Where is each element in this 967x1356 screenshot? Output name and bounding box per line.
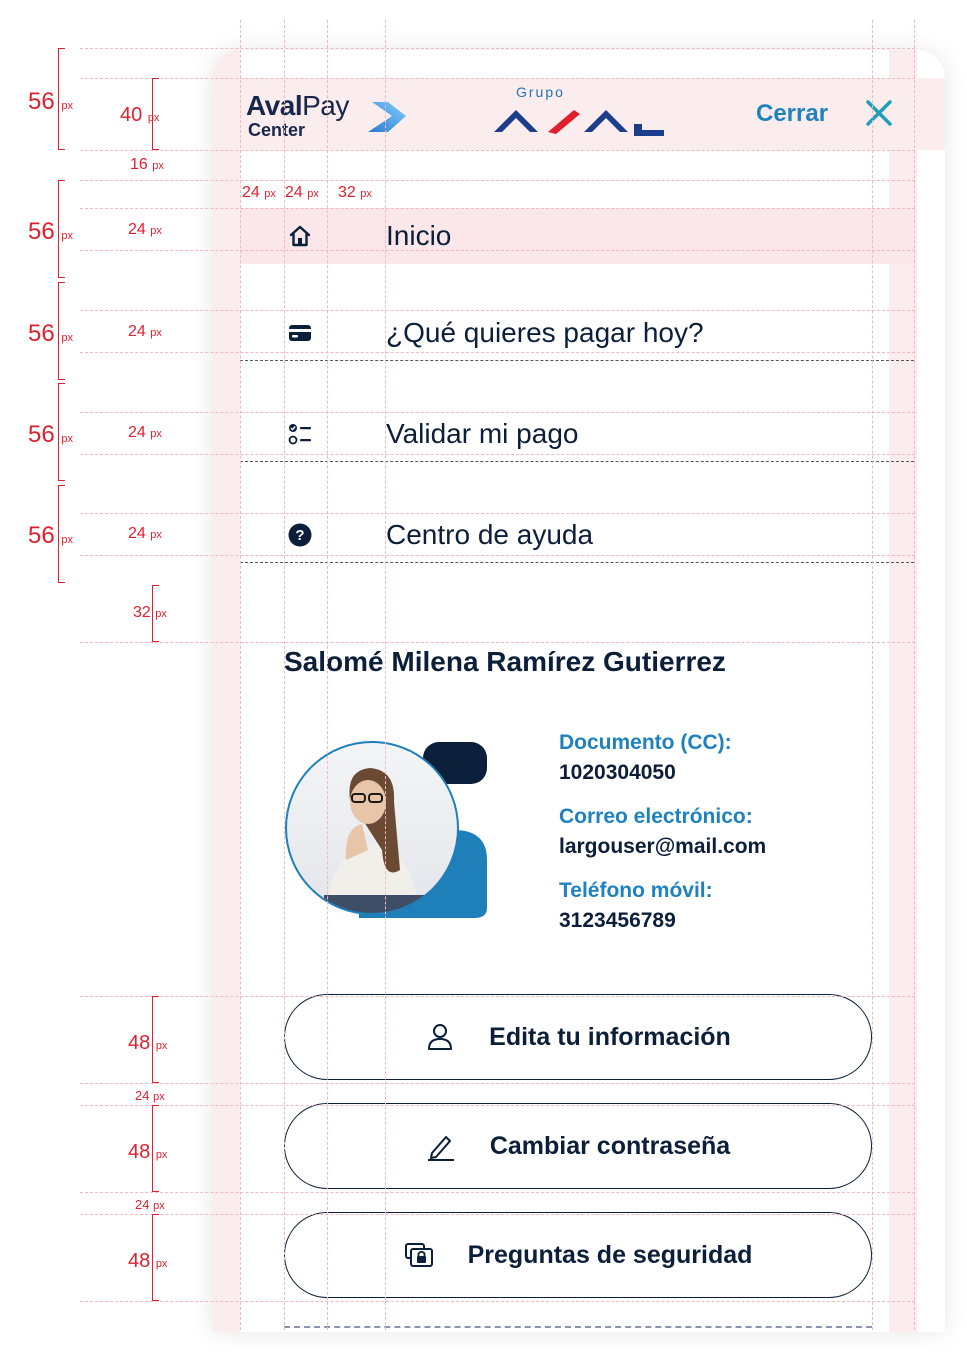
brand-sub: Center <box>248 120 306 140</box>
spec-bracket <box>58 48 65 150</box>
spec-label: 56 px <box>28 522 73 549</box>
document-value: 1020304050 <box>559 761 676 784</box>
spec-bracket <box>58 282 65 380</box>
phone-value: 3123456789 <box>559 909 676 932</box>
avatar <box>284 740 489 920</box>
close-icon[interactable] <box>864 98 894 128</box>
menu-header: AvalPay Center Grupo Cerrar <box>212 78 945 150</box>
security-questions-button[interactable]: Preguntas de seguridad <box>284 1212 872 1298</box>
edit-info-label: Edita tu información <box>489 1022 731 1051</box>
menu-label: Validar mi pago <box>386 418 579 449</box>
spec-bracket <box>152 1214 159 1301</box>
checklist-icon <box>288 424 311 445</box>
guide-line <box>80 48 915 49</box>
menu-item-inicio[interactable]: Inicio <box>240 208 914 264</box>
spec-bracket <box>152 78 159 150</box>
aval-chevrons-icon <box>494 110 664 136</box>
grupo-aval-logo: Grupo <box>494 84 664 140</box>
svg-text:?: ? <box>295 527 304 544</box>
menu-item-ayuda[interactable]: ? Centro de ayuda <box>240 507 914 563</box>
menu-label: Centro de ayuda <box>386 519 594 550</box>
email-label: Correo electrónico: <box>559 805 753 828</box>
menu-label: ¿Qué quieres pagar hoy? <box>386 317 704 348</box>
card-icon <box>289 325 311 341</box>
close-button[interactable]: Cerrar <box>756 100 828 128</box>
brand-name: AvalPay <box>246 90 349 121</box>
home-icon <box>289 225 311 247</box>
spec-bracket <box>152 1105 159 1192</box>
spec-label: 48 px <box>128 1141 168 1163</box>
spec-label: 24 px <box>135 1197 165 1212</box>
spec-label: 48 px <box>128 1032 168 1054</box>
profile-info: Documento (CC): 1020304050 Correo electr… <box>559 728 766 950</box>
left-margin-band <box>212 50 240 1332</box>
spec-bracket <box>58 180 65 278</box>
change-password-button[interactable]: Cambiar contraseña <box>284 1103 872 1189</box>
spec-label: 24 px <box>128 525 162 542</box>
spec-label: 56 px <box>28 421 73 448</box>
spec-label: 24 px <box>128 323 162 340</box>
spec-bracket <box>58 383 65 481</box>
email-value: largouser@mail.com <box>559 835 767 858</box>
grupo-label: Grupo <box>516 84 565 100</box>
spec-label: 40 px <box>120 104 160 126</box>
spec-bracket <box>152 585 159 642</box>
user-name: Salomé Milena Ramírez Gutierrez <box>284 646 726 677</box>
spec-label: 56 px <box>28 218 73 245</box>
document-label: Documento (CC): <box>559 731 732 754</box>
spec-label: 16 px <box>130 156 164 173</box>
help-icon: ? <box>288 523 312 547</box>
menu-label: Inicio <box>386 220 452 251</box>
security-questions-label: Preguntas de seguridad <box>467 1240 753 1269</box>
side-menu-panel: AvalPay Center Grupo Cerrar Inicio ¿Qué … <box>212 50 945 1332</box>
bottom-divider <box>284 1326 872 1328</box>
spec-label: 32 px <box>133 604 167 621</box>
spec-bracket <box>152 996 159 1083</box>
avalpay-center-logo[interactable]: AvalPay Center <box>246 90 411 140</box>
change-password-label: Cambiar contraseña <box>489 1131 731 1160</box>
spec-label: 24 px <box>135 1088 165 1103</box>
spec-label: 24 px <box>128 424 162 441</box>
spec-label: 56 px <box>28 88 73 115</box>
menu-item-pagar[interactable]: ¿Qué quieres pagar hoy? <box>240 305 914 361</box>
spec-bracket <box>58 485 65 583</box>
pencil-icon <box>427 1136 454 1161</box>
phone-label: Teléfono móvil: <box>559 879 713 902</box>
lock-cards-icon <box>404 1243 433 1267</box>
logo-arrow-icon <box>368 102 406 132</box>
user-icon <box>428 1024 453 1050</box>
avatar-photo <box>285 741 487 918</box>
spec-label: 56 px <box>28 320 73 347</box>
menu-item-validar[interactable]: Validar mi pago <box>240 406 914 462</box>
spec-label: 24 px <box>128 221 162 238</box>
spec-label: 48 px <box>128 1250 168 1272</box>
edit-info-button[interactable]: Edita tu información <box>284 994 872 1080</box>
